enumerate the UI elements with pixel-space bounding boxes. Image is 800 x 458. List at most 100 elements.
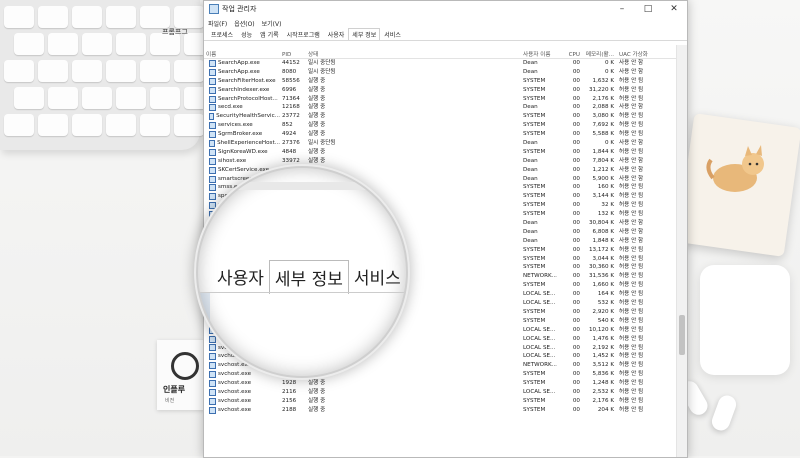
cell-user: Dean [523,220,538,227]
process-icon [209,148,216,156]
table-row[interactable]: SgrmBroker.exe 4924 실행 중 SYSTEM 00 5,588 K 허용 … [204,130,676,139]
cell-pid: 8080 [282,68,297,75]
cell-user: SYSTEM [523,86,546,93]
keyboard-key [48,87,78,109]
cell-uac: 허용 안 됨 [619,326,644,333]
table-row[interactable]: svchost.exe 2156 실행 중 SYSTEM 00 2,176 K 허용 안 됨 [204,397,676,406]
magnifier-lens: 사용자 세부 정보 서비스 [198,168,406,376]
cell-cpu: 00 [572,344,580,351]
cell-state: 실행 중 [308,148,326,155]
cell-user: SYSTEM [523,397,546,404]
table-row[interactable]: svchost.exe 2188 실행 중 SYSTEM 00 204 K 허용 안 됨 [204,406,676,415]
cell-memory: 1,212 K [592,166,614,173]
process-name: SearchProtocolHost... [218,95,278,102]
keyboard-key [174,6,204,28]
table-row[interactable]: SearchApp.exe 44152 일시 중단됨 Dean 00 0 K 사용 안 함 [204,59,676,68]
process-name: sihost.exe [218,157,247,164]
tab-item[interactable]: 서비스 [380,28,405,40]
table-row[interactable]: SearchApp.exe 8080 일시 중단됨 Dean 00 0 K 사용 안 함 [204,68,676,77]
table-row[interactable]: secd.exe 12168 실행 중 Dean 00 2,088 K 사용 안 함 [204,103,676,112]
process-icon [209,353,216,361]
process-icon [209,139,216,147]
vertical-scrollbar[interactable] [676,45,687,457]
cell-uac: 허용 안 됨 [619,406,644,413]
column-name[interactable]: 이름 [204,50,280,58]
cell-user: SYSTEM [523,77,546,84]
tab-item[interactable]: 세부 정보 [348,28,381,40]
cell-user: SYSTEM [523,246,546,253]
cell-cpu: 00 [572,300,580,307]
menu-options[interactable]: 옵션(O) [234,19,254,28]
cell-memory: 30,360 K [588,264,614,271]
column-uac[interactable]: UAC 가상화 [617,50,657,58]
column-memory[interactable]: 메모리(활... [583,50,617,58]
cell-cpu: 00 [572,371,580,378]
keyboard-key [72,114,102,136]
close-button[interactable]: ✕ [661,1,687,17]
cell-uac: 사용 안 함 [619,157,644,164]
table-row[interactable]: svchost.exe 2116 실행 중 LOCAL SE... 00 2,532 K 허… [204,388,676,397]
table-row[interactable]: SearchFilterHost.exe 58556 실행 중 SYSTEM 00 1,6… [204,77,676,86]
minimize-button[interactable]: – [609,1,635,17]
cell-memory: 3,512 K [592,362,614,369]
cell-pid: 71364 [282,95,300,102]
table-row[interactable]: ShellExperienceHost... 27376 일시 중단됨 Dean 00 0… [204,139,676,148]
keyboard-key [14,33,44,55]
cell-memory: 1,476 K [592,335,614,342]
keyboard-key [72,6,102,28]
cell-uac: 사용 안 함 [619,68,644,75]
cell-uac: 사용 안 함 [619,220,644,227]
cell-cpu: 00 [572,175,580,182]
column-pid[interactable]: PID [280,52,306,58]
cell-uac: 허용 안 됨 [619,246,644,253]
white-mug [700,265,790,375]
cell-uac: 허용 안 됨 [619,113,644,120]
cell-cpu: 00 [572,104,580,111]
cell-uac: 사용 안 함 [619,228,644,235]
tab-item[interactable]: 앱 기록 [256,28,282,40]
tab-item[interactable]: 성능 [237,28,256,40]
table-row[interactable]: services.exe 852 실행 중 SYSTEM 00 7,692 K 허용 안 됨 [204,121,676,130]
cell-user: LOCAL SE... [523,344,556,351]
table-row[interactable]: SignKoreaWD.exe 4848 실행 중 SYSTEM 00 1,844 K 허용… [204,148,676,157]
tab-item[interactable]: 프로세스 [207,28,237,40]
cell-user: SYSTEM [523,317,546,324]
card-title: 인플루 [163,385,186,394]
cell-user: LOCAL SE... [523,388,556,395]
cell-cpu: 00 [572,291,580,298]
cell-state: 실행 중 [308,380,326,387]
cell-cpu: 00 [572,317,580,324]
table-row[interactable]: svchost.exe 1928 실행 중 SYSTEM 00 1,248 K 허용 안 됨 [204,379,676,388]
tab-item[interactable]: 사용자 [324,28,349,40]
menu-view[interactable]: 보기(V) [262,19,282,28]
column-cpu[interactable]: CPU [563,52,583,58]
scrollbar-thumb[interactable] [679,315,685,355]
cell-memory: 164 K [597,291,614,298]
tab-item[interactable]: 시작프로그램 [283,28,324,40]
process-name: SgrmBroker.exe [218,131,263,138]
keyboard-key [48,33,78,55]
cell-cpu: 00 [572,246,580,253]
cell-name: services.exe [204,121,280,130]
cell-user: Dean [523,237,538,244]
process-icon [209,95,216,103]
column-state[interactable]: 상태 [306,50,521,58]
maximize-button[interactable]: □ [635,1,661,17]
cell-user: Dean [523,60,538,66]
menu-file[interactable]: 파일(F) [208,19,227,28]
cell-user: SYSTEM [523,131,546,138]
cell-memory: 3,044 K [592,255,614,262]
table-row[interactable]: SearchProtocolHost... 71364 실행 중 SYSTEM 00 2,… [204,95,676,104]
column-user[interactable]: 사용자 이름 [521,50,563,58]
cell-memory: 1,848 K [592,237,614,244]
cell-user: LOCAL SE... [523,291,556,298]
table-row[interactable]: sihost.exe 33972 실행 중 Dean 00 7,804 K 사용 안 함 [204,157,676,166]
cell-cpu: 00 [572,202,580,209]
table-row[interactable]: SearchIndexer.exe 6996 실행 중 SYSTEM 00 31,220 … [204,86,676,95]
cell-user: SYSTEM [523,255,546,262]
cell-user: SYSTEM [523,380,546,387]
magnified-tab-users: 사용자 [217,269,264,289]
keyboard-key [106,60,136,82]
table-row[interactable]: SecurityHealthServic... 23772 실행 중 SYSTEM 00… [204,112,676,121]
cell-name: svchost.exe [204,397,280,406]
